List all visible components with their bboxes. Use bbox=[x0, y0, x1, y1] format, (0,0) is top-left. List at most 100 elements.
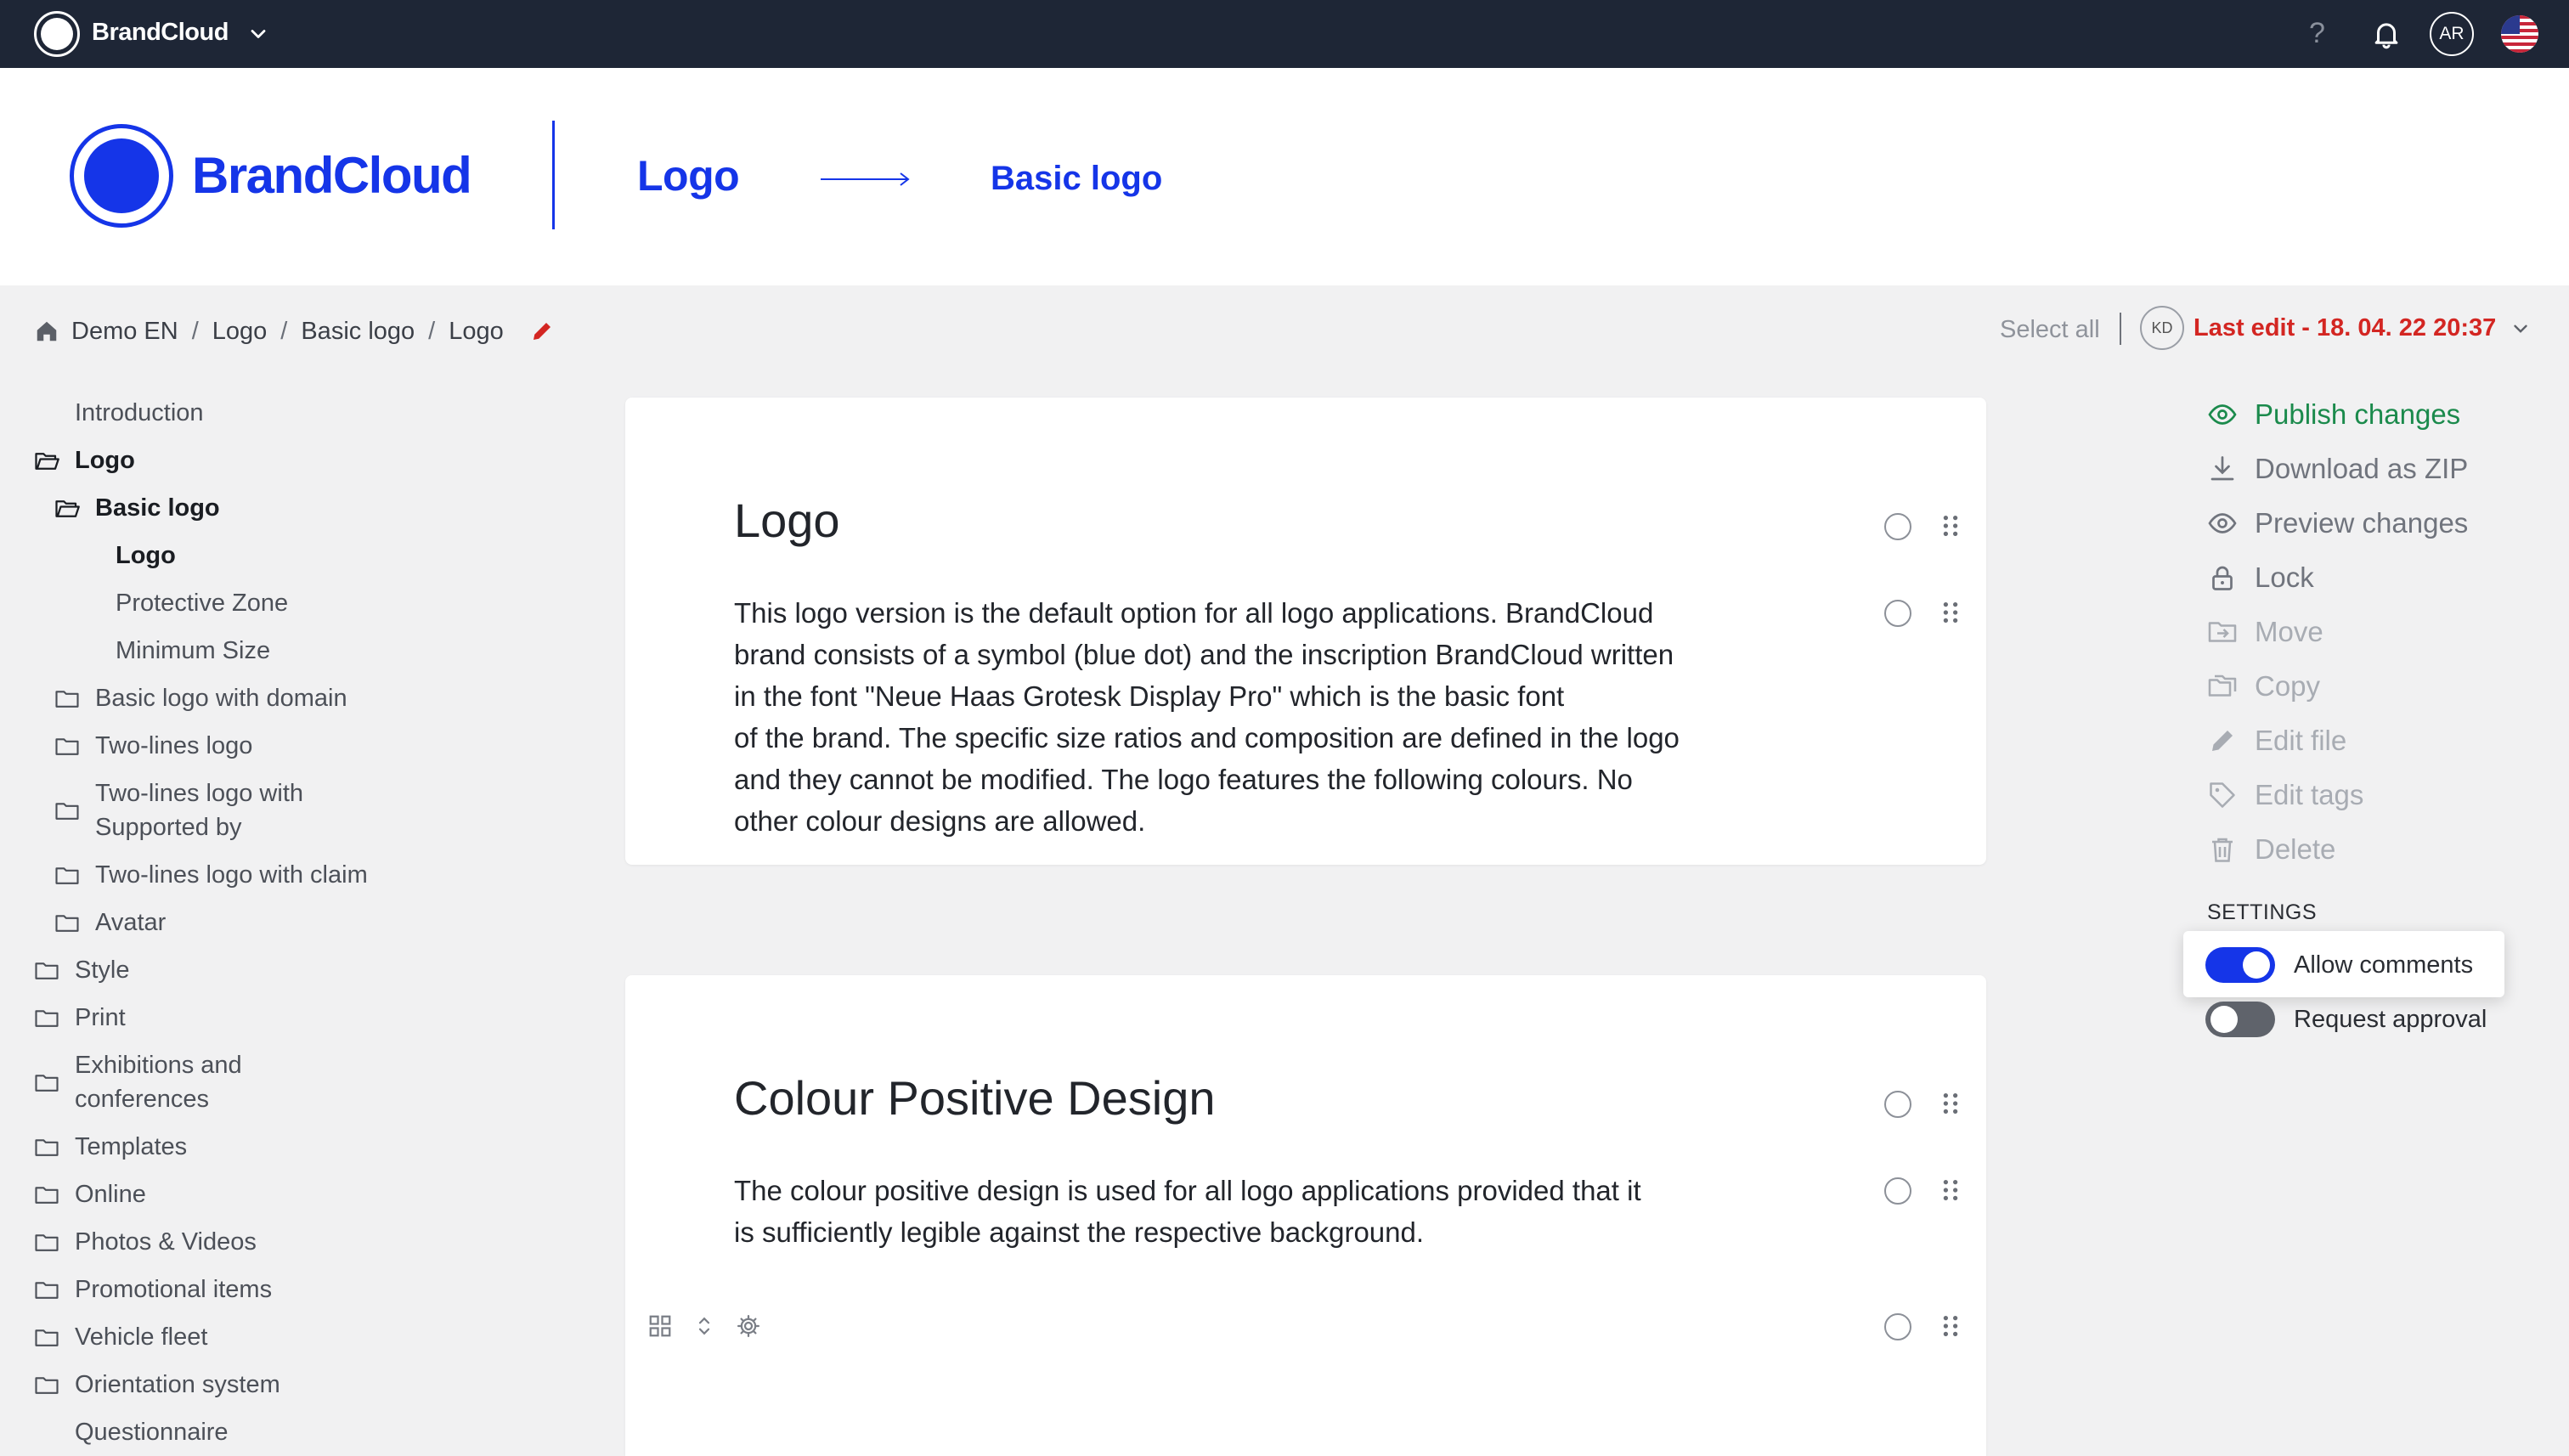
tree-item-label: Questionnaire bbox=[75, 1419, 229, 1446]
tree-item-two-lines-claim[interactable]: Two-lines logo with claim bbox=[54, 858, 368, 892]
drag-handle-icon[interactable] bbox=[1940, 1313, 1961, 1339]
us-flag-icon[interactable] bbox=[2501, 15, 2538, 53]
download-zip-button[interactable]: Download as ZIP bbox=[2207, 449, 2468, 489]
text-line: and they cannot be modified. The logo fe… bbox=[734, 764, 1633, 795]
move-button[interactable]: Move bbox=[2207, 612, 2323, 652]
breadcrumb-item-current: Logo bbox=[449, 317, 504, 345]
tree-item-label: Online bbox=[75, 1181, 146, 1208]
header-divider bbox=[552, 121, 555, 229]
folder-icon bbox=[35, 1010, 59, 1027]
tree-item-templates[interactable]: Templates bbox=[34, 1130, 187, 1164]
copy-button[interactable]: Copy bbox=[2207, 666, 2320, 707]
tree-item-basic-logo-domain[interactable]: Basic logo with domain bbox=[54, 681, 347, 715]
edit-file-button[interactable]: Edit file bbox=[2207, 720, 2346, 761]
action-label: Preview changes bbox=[2255, 507, 2469, 539]
action-label: Copy bbox=[2255, 670, 2321, 702]
folder-icon bbox=[35, 1377, 59, 1394]
tree-item-style[interactable]: Style bbox=[34, 953, 129, 987]
request-approval-toggle[interactable] bbox=[2205, 1002, 2275, 1037]
last-edit-dropdown[interactable]: Last edit - 18. 04. 22 20:37 bbox=[2194, 314, 2496, 342]
allow-comments-toggle[interactable] bbox=[2205, 947, 2275, 983]
breadcrumb-item[interactable]: Basic logo bbox=[301, 318, 415, 346]
select-block-radio[interactable] bbox=[1884, 1177, 1911, 1205]
tree-item-logo-page[interactable]: Logo bbox=[116, 539, 176, 573]
action-label: Download as ZIP bbox=[2255, 453, 2469, 484]
text-line: This logo version is the default option … bbox=[734, 597, 1654, 629]
text-line: other colour designs are allowed. bbox=[734, 805, 1146, 837]
tree-item-label: Minimum Size bbox=[116, 637, 271, 664]
user-avatar[interactable]: AR bbox=[2430, 12, 2474, 56]
edit-tags-button[interactable]: Edit tags bbox=[2207, 775, 2363, 815]
gear-icon[interactable] bbox=[736, 1313, 761, 1339]
drag-handle-icon[interactable] bbox=[1940, 1177, 1961, 1203]
paragraph-text[interactable]: This logo version is the default option … bbox=[734, 592, 1753, 842]
publish-changes-button[interactable]: Publish changes bbox=[2207, 394, 2460, 435]
tree-item-label: Basic logo with domain bbox=[95, 685, 347, 712]
tree-item-print[interactable]: Print bbox=[34, 1001, 126, 1035]
tree-item-logo[interactable]: Logo bbox=[34, 443, 135, 477]
select-block-radio[interactable] bbox=[1884, 600, 1911, 627]
tree-item-label: Avatar bbox=[95, 909, 167, 936]
tree-item-questionnaire[interactable]: Questionnaire bbox=[75, 1415, 229, 1449]
paragraph-text[interactable]: The colour positive design is used for a… bbox=[734, 1170, 1753, 1253]
tree-item-promotional[interactable]: Promotional items bbox=[34, 1273, 272, 1306]
folder-icon bbox=[35, 1139, 59, 1156]
chevron-down-icon[interactable] bbox=[246, 22, 270, 46]
help-icon[interactable]: ? bbox=[2309, 17, 2325, 50]
tree-item-vehicle-fleet[interactable]: Vehicle fleet bbox=[34, 1320, 207, 1354]
pencil-icon[interactable] bbox=[529, 319, 555, 344]
tree-item-avatar[interactable]: Avatar bbox=[54, 906, 166, 940]
select-all-button[interactable]: Select all bbox=[2000, 316, 2100, 344]
tree-item-online[interactable]: Online bbox=[34, 1177, 146, 1211]
home-icon[interactable] bbox=[34, 319, 59, 344]
action-label: Delete bbox=[2255, 833, 2336, 865]
tree-item-basic-logo[interactable]: Basic logo bbox=[54, 491, 220, 525]
tree-item-photos-videos[interactable]: Photos & Videos bbox=[34, 1225, 257, 1259]
tree-item-orientation[interactable]: Orientation system bbox=[34, 1368, 280, 1402]
select-block-radio[interactable] bbox=[1884, 1313, 1911, 1340]
folder-icon bbox=[35, 1234, 59, 1251]
tree-item-protective-zone[interactable]: Protective Zone bbox=[116, 586, 288, 620]
tag-icon bbox=[2210, 782, 2235, 808]
tree-item-label: Introduction bbox=[75, 399, 204, 426]
text-line: in the font "Neue Haas Grotesk Display P… bbox=[734, 680, 1565, 712]
text-line: brand consists of a symbol (blue dot) an… bbox=[734, 639, 1674, 670]
tree-item-introduction[interactable]: Introduction bbox=[75, 396, 204, 430]
tree-item-exhibitions[interactable]: Exhibitions and conferences bbox=[34, 1048, 272, 1116]
request-approval-row: Request approval bbox=[2205, 1002, 2487, 1037]
select-block-radio[interactable] bbox=[1884, 513, 1911, 540]
content-card: Colour Positive Design The colour positi… bbox=[625, 975, 1986, 1456]
pencil-icon bbox=[2212, 731, 2233, 751]
workspace-name[interactable]: BrandCloud bbox=[92, 19, 229, 47]
breadcrumb-item[interactable]: Logo bbox=[212, 318, 268, 346]
trash-icon bbox=[2212, 838, 2233, 862]
select-block-radio[interactable] bbox=[1884, 1091, 1911, 1118]
tree-item-label: Promotional items bbox=[75, 1276, 273, 1303]
folder-open-icon bbox=[35, 453, 59, 470]
content-card: Logo This logo version is the default op… bbox=[625, 398, 1986, 865]
section-heading[interactable]: Colour Positive Design bbox=[734, 1070, 1215, 1126]
tree-item-two-lines-logo[interactable]: Two-lines logo bbox=[54, 729, 252, 763]
tree-item-label: Vehicle fleet bbox=[75, 1323, 208, 1351]
folder-open-icon bbox=[55, 500, 80, 517]
breadcrumb-item[interactable]: Demo EN bbox=[71, 318, 178, 346]
drag-handle-icon[interactable] bbox=[1940, 600, 1961, 625]
chevron-down-icon[interactable] bbox=[2510, 318, 2532, 340]
bell-icon[interactable] bbox=[2370, 17, 2402, 51]
folder-icon bbox=[35, 1329, 59, 1346]
action-label: Edit file bbox=[2255, 725, 2347, 756]
preview-changes-button[interactable]: Preview changes bbox=[2207, 503, 2468, 544]
grid-layout-icon[interactable] bbox=[647, 1313, 673, 1339]
section-heading[interactable]: Logo bbox=[734, 493, 840, 548]
delete-button[interactable]: Delete bbox=[2207, 829, 2335, 870]
tree-item-minimum-size[interactable]: Minimum Size bbox=[116, 634, 270, 668]
drag-handle-icon[interactable] bbox=[1940, 1091, 1961, 1116]
tree-item-label: Exhibitions and conferences bbox=[75, 1052, 242, 1113]
settings-heading: SETTINGS bbox=[2207, 900, 2318, 924]
drag-handle-icon[interactable] bbox=[1940, 513, 1961, 539]
tree-item-two-lines-supported[interactable]: Two-lines logo with Supported by bbox=[54, 776, 335, 844]
action-label: Edit tags bbox=[2255, 779, 2364, 810]
sort-arrows-icon[interactable] bbox=[692, 1313, 717, 1339]
brandcloud-logo-icon[interactable] bbox=[34, 11, 80, 57]
lock-button[interactable]: Lock bbox=[2207, 557, 2314, 598]
